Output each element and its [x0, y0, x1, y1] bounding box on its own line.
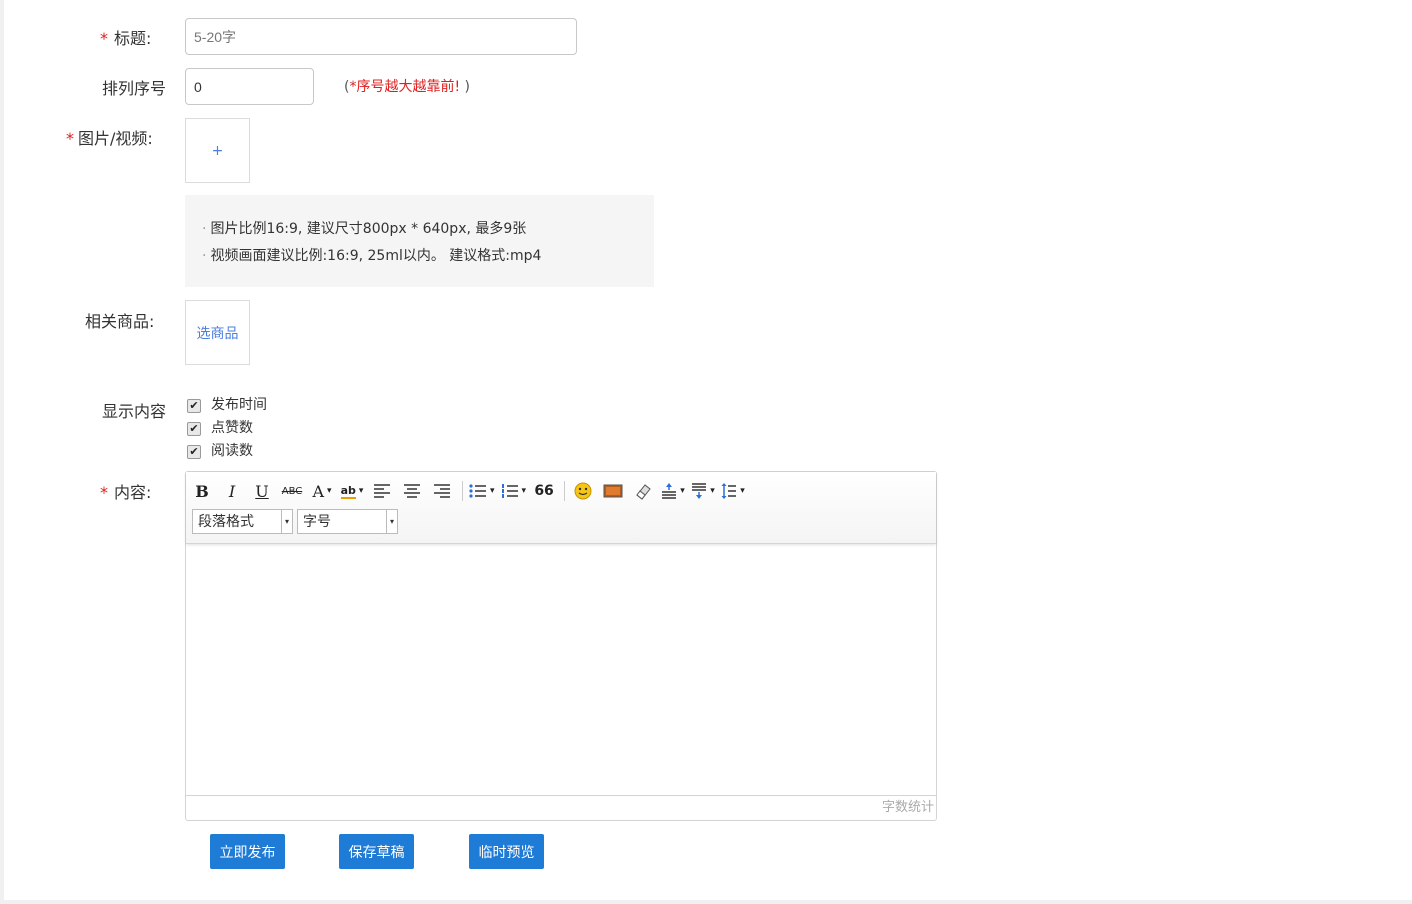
media-tips: · 图片比例16:9, 建议尺寸800px * 640px, 最多9张 · 视频画面… — [185, 195, 654, 287]
spacing-top-button[interactable]: ▾ — [661, 479, 685, 503]
highlight-button[interactable]: ab ▾ — [340, 479, 364, 503]
image-icon — [603, 484, 623, 498]
spacing-bottom-icon — [692, 483, 707, 499]
display-label: 显示内容 — [102, 402, 167, 421]
option-label: 发布时间 — [211, 396, 267, 413]
paragraph-format-value: 段落格式 — [198, 514, 254, 530]
option-label: 阅读数 — [211, 442, 253, 459]
caret-icon: ▾ — [358, 486, 364, 496]
save-draft-button[interactable]: 保存草稿 — [339, 834, 414, 869]
spacing-top-icon — [662, 483, 677, 499]
products-label: 相关商品: — [85, 312, 155, 331]
editor-content-area[interactable] — [186, 544, 936, 795]
editor-toolbar: B I U ABC A ▾ ab ▾ ▾ ▾ 66 ▾ ▾ ▾ 段落格式 ▾ 字… — [186, 472, 936, 544]
image-button[interactable] — [601, 479, 625, 503]
font-size-value: 字号 — [303, 514, 331, 530]
preview-button[interactable]: 临时预览 — [469, 834, 544, 869]
required-mark: * — [66, 129, 74, 148]
option-publish-time[interactable]: ✔ 发布时间 — [187, 392, 267, 415]
line-height-button[interactable]: ▾ — [721, 479, 745, 503]
align-center-icon — [404, 484, 420, 498]
form-page: *标题: 排列序号 (*序号越大越靠前! ) *图片/视频: + ·图片比例16… — [4, 0, 1412, 900]
media-tip-text: 图片比例16:9, 建议尺寸800px * 640px, 最多9张 — [210, 221, 527, 237]
sort-hint-close: ) — [460, 79, 471, 95]
publish-button[interactable]: 立即发布 — [210, 834, 285, 869]
numbered-list-button[interactable]: ▾ — [501, 479, 527, 503]
media-label-text: 图片/视频: — [78, 129, 153, 148]
title-input[interactable] — [185, 18, 577, 55]
chevron-down-icon: ▾ — [281, 509, 292, 533]
option-likes[interactable]: ✔ 点赞数 — [187, 415, 267, 438]
rich-text-editor: B I U ABC A ▾ ab ▾ ▾ ▾ 66 ▾ ▾ ▾ 段落格式 ▾ 字… — [185, 471, 937, 821]
blockquote-button[interactable]: 66 — [532, 479, 556, 503]
italic-button[interactable]: I — [220, 479, 244, 503]
align-right-icon — [434, 484, 450, 498]
font-color-button[interactable]: A ▾ — [310, 479, 334, 503]
highlight-icon: ab — [340, 483, 356, 499]
required-mark: * — [100, 483, 108, 502]
word-count: 字数统计 — [186, 795, 936, 820]
required-mark: * — [100, 29, 108, 48]
plus-icon: + — [211, 142, 224, 159]
font-size-select[interactable]: 字号 ▾ — [297, 508, 398, 534]
bullet: · — [202, 248, 207, 264]
select-product-button[interactable]: 选商品 — [185, 300, 250, 365]
media-tip-item: · 图片比例16:9, 建议尺寸800px * 640px, 最多9张 — [202, 216, 654, 243]
align-left-button[interactable] — [370, 479, 394, 503]
chevron-down-icon: ▾ — [386, 509, 397, 533]
checkbox[interactable]: ✔ — [187, 398, 201, 413]
toolbar-separator — [462, 481, 463, 501]
caret-icon: ▾ — [521, 486, 527, 496]
caret-icon: ▾ — [680, 486, 685, 496]
align-right-button[interactable] — [430, 479, 454, 503]
title-label-text: 标题: — [114, 29, 152, 48]
sort-input[interactable] — [185, 68, 314, 105]
numbered-list-icon — [501, 484, 518, 498]
select-product-label: 选商品 — [196, 325, 239, 342]
caret-icon: ▾ — [740, 486, 745, 496]
caret-icon: ▾ — [710, 486, 715, 496]
media-label: * 图片/视频: — [66, 125, 153, 149]
content-label: * 内容: — [100, 479, 151, 503]
paragraph-format-select[interactable]: 段落格式 ▾ — [192, 508, 293, 534]
option-reads[interactable]: ✔ 阅读数 — [187, 438, 267, 461]
bullet-list-button[interactable]: ▾ — [469, 479, 495, 503]
emoji-button[interactable] — [571, 479, 595, 503]
checkbox[interactable]: ✔ — [187, 444, 201, 459]
line-height-icon — [721, 483, 737, 499]
strikethrough-button[interactable]: ABC — [280, 479, 304, 503]
eraser-icon — [636, 484, 651, 500]
sort-hint: (*序号越大越靠前! ) — [344, 76, 470, 96]
title-label: * 标题: — [100, 25, 151, 49]
eraser-button[interactable] — [631, 479, 655, 503]
underline-button[interactable]: U — [250, 479, 274, 503]
spacing-bottom-button[interactable]: ▾ — [691, 479, 715, 503]
align-left-icon — [374, 484, 390, 498]
caret-icon: ▾ — [490, 486, 495, 496]
checkbox[interactable]: ✔ — [187, 421, 201, 436]
emoji-icon — [574, 482, 592, 500]
content-label-text: 内容: — [114, 483, 152, 502]
toolbar-separator — [564, 481, 566, 501]
bold-button[interactable]: B — [190, 479, 214, 503]
media-tip-text: 视频画面建议比例:16:9, 25ml以内。 建议格式:mp4 — [210, 248, 542, 264]
option-label: 点赞数 — [211, 419, 253, 436]
font-color-icon: A — [312, 481, 325, 501]
align-center-button[interactable] — [400, 479, 424, 503]
display-options: ✔ 发布时间 ✔ 点赞数 ✔ 阅读数 — [187, 392, 267, 461]
bullet-list-icon — [469, 484, 486, 498]
caret-icon: ▾ — [327, 486, 332, 496]
sort-label: 排列序号 — [102, 79, 167, 98]
bullet: · — [202, 221, 207, 237]
media-tip-item: · 视频画面建议比例:16:9, 25ml以内。 建议格式:mp4 — [202, 243, 654, 270]
sort-hint-text: *序号越大越靠前! — [349, 79, 461, 95]
media-upload-button[interactable]: + — [185, 118, 250, 183]
